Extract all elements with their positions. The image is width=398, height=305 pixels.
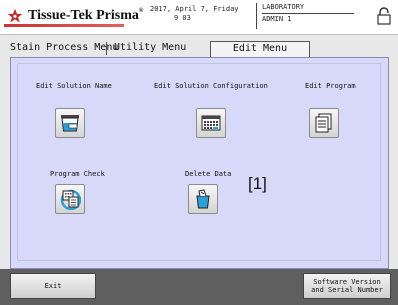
menu-tabs: Stain Process Menu Utility Menu Edit Men… [10,41,310,57]
header-bar: Tissue-Tek Prisma® 2017, April 7, Friday… [0,0,398,35]
bottom-bar: Exit Software Version and Serial Number [0,269,398,305]
brand-logo: Tissue-Tek Prisma® [6,8,143,24]
program-document-icon [315,113,332,133]
edit-program-label: Edit Program [305,82,356,90]
lock-icon[interactable] [376,7,392,25]
date-text: 2017, April 7, Friday [150,5,239,13]
date-time-display: 2017, April 7, Friday 9 03 [150,5,242,23]
edit-program-button[interactable] [309,108,339,138]
solution-rack-icon [201,115,221,131]
time-text: 9 03 [174,14,191,22]
tab-edit-menu[interactable]: Edit Menu [210,41,310,57]
delete-data-button[interactable] [188,184,218,214]
user-info: LABORATORY ADMIN 1 [256,3,354,29]
sakura-star-icon [7,8,23,23]
edit-menu-panel: Edit Solution Name Edit Solution Configu… [10,57,389,269]
panel-frame: Edit Solution Name Edit Solution Configu… [17,63,381,261]
brand-name: Tissue-Tek Prisma® [28,8,144,23]
tab-divider [106,42,107,55]
program-check-icon [60,189,81,210]
edit-solution-configuration-button[interactable] [196,108,226,138]
program-check-button[interactable] [55,184,85,214]
exit-button[interactable]: Exit [10,273,96,299]
reference-callout: [1] [248,174,267,193]
software-version-button[interactable]: Software Version and Serial Number [303,273,391,299]
tab-stain-process-menu[interactable]: Stain Process Menu [10,41,118,55]
trash-can-icon [196,189,210,209]
edit-solution-name-label: Edit Solution Name [36,82,112,90]
tab-utility-menu[interactable]: Utility Menu [114,41,186,55]
lab-name: LABORATORY [262,3,354,14]
edit-solution-configuration-label: Edit Solution Configuration [154,82,268,90]
user-name: ADMIN 1 [262,15,292,23]
program-check-label: Program Check [50,170,105,178]
brand-underline [4,24,124,27]
solution-container-icon [61,115,79,132]
edit-solution-name-button[interactable] [55,108,85,138]
delete-data-label: Delete Data [185,170,232,178]
